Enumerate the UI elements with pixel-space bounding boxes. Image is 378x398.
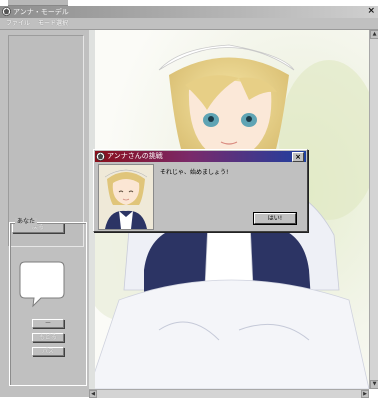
speech-bubble: [19, 261, 65, 308]
challenge-dialog: アンナさんの挑戦 × それじゃ、始めましょう! はい!: [93, 149, 308, 232]
portrait-illustration: [99, 165, 153, 229]
menu-mode-select[interactable]: モード選択: [38, 19, 68, 28]
dialog-titlebar[interactable]: アンナさんの挑戦 ×: [95, 151, 306, 162]
app-icon: [2, 7, 11, 16]
player-groupbox: あなた ー もどる パス: [9, 218, 87, 386]
dialog-close-button[interactable]: ×: [292, 152, 304, 162]
dialog-ok-button[interactable]: はい!: [253, 212, 297, 225]
menu-file[interactable]: ファイル: [6, 19, 30, 28]
minus-button[interactable]: ー: [32, 319, 64, 328]
dialog-title: アンナさんの挑戦: [107, 152, 163, 160]
scroll-up-arrow[interactable]: ▲: [370, 30, 378, 39]
window-titlebar[interactable]: アンナ・モーデル ×: [0, 6, 378, 18]
dialog-app-icon: [96, 152, 105, 161]
character-portrait: [98, 164, 154, 230]
scroll-down-arrow[interactable]: ▼: [370, 380, 378, 389]
pass-button[interactable]: パス: [32, 347, 64, 356]
window-title: アンナ・モーデル: [13, 8, 69, 16]
window-close-button[interactable]: ×: [367, 6, 375, 17]
dialog-message: それじゃ、始めましょう!: [160, 169, 229, 176]
opponent-area: [8, 35, 84, 247]
player-group-label: あなた: [15, 218, 38, 226]
vertical-scrollbar[interactable]: ▲ ▼: [369, 30, 378, 389]
undo-button[interactable]: もどる: [32, 333, 64, 342]
menu-bar: ファイル モード選択: [0, 18, 378, 30]
